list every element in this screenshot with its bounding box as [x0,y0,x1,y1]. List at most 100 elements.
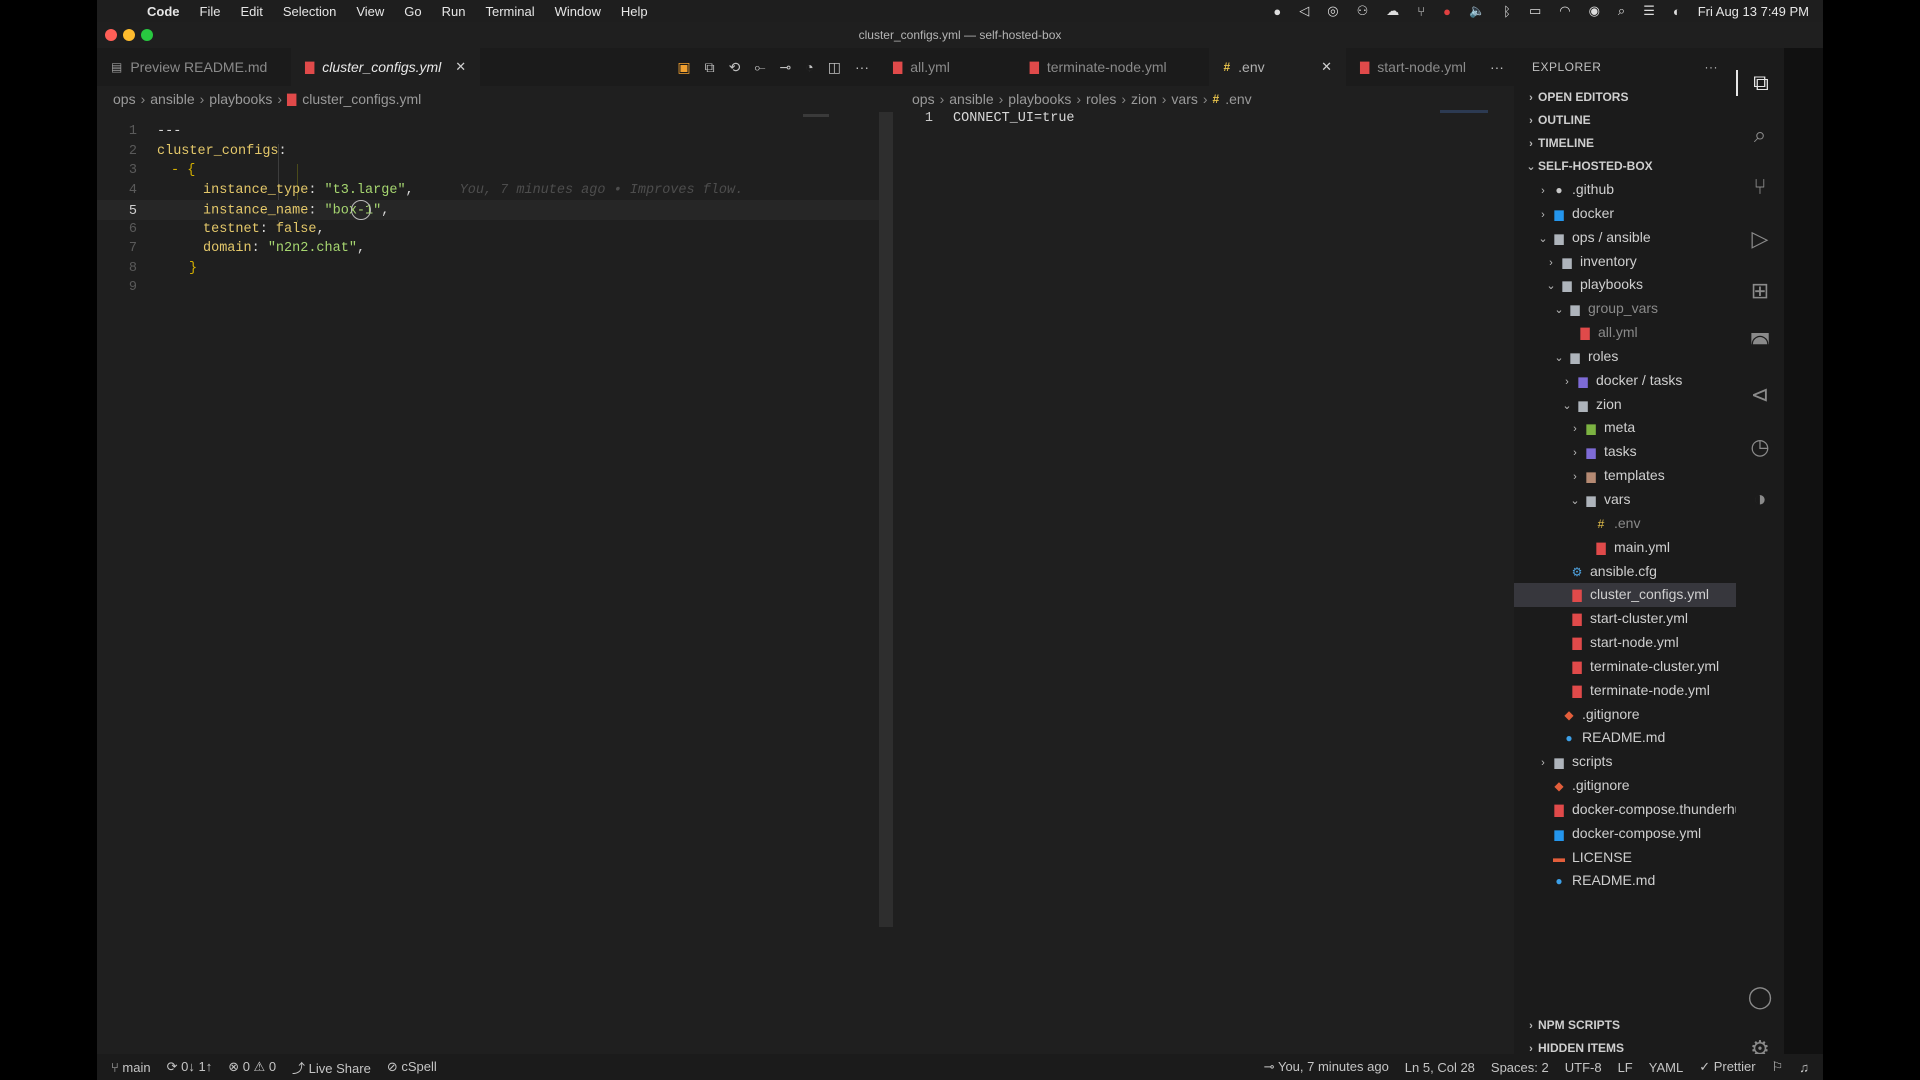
tree-file-terminate-node[interactable]: ▇ terminate-node.yml [1514,679,1736,703]
tree-folder-group-vars[interactable]: ⌄ ▆ group_vars [1514,297,1736,321]
tree-folder-inventory[interactable]: › ▆ inventory [1514,250,1736,274]
breadcrumb-item[interactable]: roles [1086,91,1116,107]
tree-folder-playbooks[interactable]: ⌄ ▆ playbooks [1514,273,1736,297]
siri-icon[interactable]: ◐ [1664,4,1690,19]
tab-terminate-node[interactable]: ▇ terminate-node.yml [1016,48,1210,86]
tab-cluster-configs[interactable]: ▇ cluster_configs.yml ✕ [291,48,481,86]
menu-go[interactable]: Go [394,4,431,19]
tree-file-compose[interactable]: ▆ docker-compose.yml [1514,822,1736,846]
breadcrumb-item[interactable]: playbooks [1008,91,1071,107]
end-of-line[interactable]: LF [1610,1060,1641,1075]
record-icon[interactable]: ● [1264,4,1290,19]
battery-icon[interactable]: ▭ [1520,3,1550,19]
tree-folder-roles[interactable]: ⌄ ▆ roles [1514,345,1736,369]
right-code-editor[interactable]: 1 CONNECT_UI=true [897,111,1514,1054]
docker-icon[interactable]: ◚ [1736,330,1784,356]
git-history-icon[interactable]: ⟲ [729,59,741,76]
next-change-icon[interactable]: ⊸ [780,59,792,76]
minimize-window-button[interactable] [123,29,135,41]
live-share-icon[interactable]: ⊲ [1736,382,1784,408]
breadcrumb-item[interactable]: vars [1171,91,1197,107]
section-npm-scripts[interactable]: › NPM SCRIPTS [1514,1014,1746,1037]
tree-file-main-yml[interactable]: ▇ main.yml [1514,536,1736,560]
previous-change-icon[interactable]: ⟜ [754,59,765,76]
breadcrumb-item[interactable]: playbooks [209,91,272,107]
minimap[interactable] [803,114,829,117]
problems-indicator[interactable]: ⊗ 0 ⚠ 0 [220,1059,284,1075]
maximize-window-button[interactable] [141,29,153,41]
menu-window[interactable]: Window [545,4,611,19]
tree-file-license[interactable]: ▬ LICENSE [1514,846,1736,870]
cursor-position[interactable]: Ln 5, Col 28 [1397,1060,1483,1075]
breadcrumb-item[interactable]: ansible [150,91,194,107]
volume-icon[interactable]: 🔈 [1460,3,1494,19]
menu-edit[interactable]: Edit [230,4,272,19]
notification-badge-icon[interactable]: ● [1434,4,1460,19]
close-icon[interactable]: ✕ [1321,59,1332,75]
tree-file-cluster-configs[interactable]: ▇ cluster_configs.yml [1514,583,1736,608]
timeline-icon[interactable]: ◔ [805,59,813,75]
account-icon[interactable]: ◯ [1736,984,1784,1010]
section-timeline[interactable]: › TIMELINE [1514,132,1736,155]
branch-indicator[interactable]: ⑂ main [97,1060,159,1075]
bluetooth-icon[interactable]: ᛒ [1494,4,1520,19]
breadcrumb-item[interactable]: ops [113,91,136,107]
menubar-clock[interactable]: Fri Aug 13 7:49 PM [1690,4,1823,19]
tree-file-start-cluster[interactable]: ▇ start-cluster.yml [1514,607,1736,631]
tree-file-start-node[interactable]: ▇ start-node.yml [1514,631,1736,655]
live-share-button[interactable]: ⤴ Live Share [284,1058,379,1077]
tree-file-all-yml[interactable]: ▇ all.yml [1514,321,1736,345]
explorer-files-icon[interactable]: ⧉ [1736,70,1784,96]
source-control-icon[interactable]: ⑂ [1736,174,1784,200]
tree-file-gitignore[interactable]: ◆ .gitignore [1514,703,1736,727]
encoding[interactable]: UTF-8 [1557,1060,1610,1075]
tree-file-ansible-cfg[interactable]: ⚙ ansible.cfg [1514,560,1736,584]
sync-indicator[interactable]: ⟳ 0↓ 1↑ [159,1059,221,1075]
extensions-icon[interactable]: ⊞ [1736,278,1784,304]
fork-icon[interactable]: ⑂ [1408,4,1434,19]
breadcrumb-item[interactable]: ops [912,91,935,107]
left-scrollbar[interactable] [879,112,893,927]
tree-file-readme-root[interactable]: ● README.md [1514,869,1736,893]
section-outline[interactable]: › OUTLINE [1514,109,1736,132]
run-debug-icon[interactable]: ▷ [1736,226,1784,252]
breadcrumb-item[interactable]: cluster_configs.yml [302,91,421,107]
remote-explorer-icon[interactable]: ◑ [1736,486,1784,512]
tree-folder-github[interactable]: › ● .github [1514,178,1736,202]
gitlens-icon[interactable]: ◷ [1736,434,1784,460]
control-center-icon[interactable]: ☰ [1634,3,1664,19]
menu-code[interactable]: Code [137,4,190,19]
minimap[interactable] [1440,110,1488,113]
tree-folder-scripts[interactable]: › ▆ scripts [1514,750,1736,774]
tree-folder-ops-ansible[interactable]: ⌄ ▆ ops / ansible [1514,226,1736,250]
tab-env[interactable]: # .env ✕ [1209,48,1347,86]
send-icon[interactable]: ◁ [1290,3,1318,19]
tab-start-node[interactable]: ▇ start-node.yml [1346,48,1480,86]
user-icon[interactable]: ◉ [1580,3,1609,19]
menu-run[interactable]: Run [432,4,476,19]
cloud-icon[interactable]: ☁ [1377,3,1408,19]
tree-file-terminate-cluster[interactable]: ▇ terminate-cluster.yml [1514,655,1736,679]
breadcrumb-item[interactable]: .env [1225,91,1251,107]
breadcrumb-item[interactable]: ansible [949,91,993,107]
breadcrumb-item[interactable]: zion [1131,91,1157,107]
menu-help[interactable]: Help [611,4,658,19]
tab-preview-readme[interactable]: ▤ Preview README.md [97,48,291,86]
tree-file-gitignore-root[interactable]: ◆ .gitignore [1514,774,1736,798]
open-preview-icon[interactable]: ⧉ [705,59,715,76]
more-actions-icon[interactable]: ··· [1705,60,1719,74]
close-window-button[interactable] [105,29,117,41]
tree-folder-docker[interactable]: › ▆ docker [1514,202,1736,226]
git-blame-status[interactable]: ⊸ You, 7 minutes ago [1256,1059,1397,1075]
more-actions-icon[interactable]: ··· [1490,59,1504,75]
tab-all-yml[interactable]: ▇ all.yml [879,48,1016,86]
notifications-bell-icon[interactable]: ♫ [1791,1060,1823,1075]
section-open-editors[interactable]: › OPEN EDITORS [1514,86,1736,109]
tree-folder-zion[interactable]: ⌄ ▆ zion [1514,393,1736,417]
tree-folder-docker-tasks[interactable]: › ▆ docker / tasks [1514,369,1736,393]
menu-terminal[interactable]: Terminal [476,4,545,19]
tree-file-compose-thunderhub[interactable]: ▇ docker-compose.thunderhub... [1514,798,1736,822]
tree-folder-tasks[interactable]: › ▆ tasks [1514,440,1736,464]
accessibility-icon[interactable]: ⚇ [1348,3,1378,19]
spotlight-search-icon[interactable]: ⌕ [1609,3,1634,19]
